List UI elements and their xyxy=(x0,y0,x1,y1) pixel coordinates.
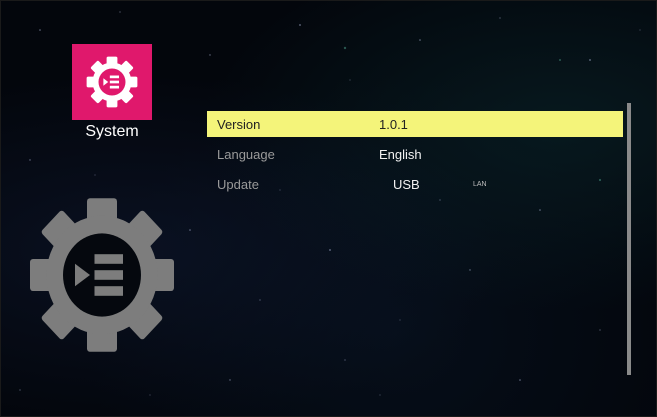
screen-background: System Version 1.0.1 Language English Up… xyxy=(0,0,657,417)
menu-row-update[interactable]: Update USB LAN xyxy=(207,171,623,197)
menu-scrollbar[interactable] xyxy=(627,103,631,375)
update-option-lan[interactable]: LAN xyxy=(473,181,487,188)
system-settings-icon xyxy=(86,56,138,108)
version-label: Version xyxy=(217,117,261,132)
update-option-usb[interactable]: USB xyxy=(393,177,420,192)
system-category-label: System xyxy=(85,123,139,140)
large-system-gear-icon xyxy=(30,198,174,352)
system-category-tile[interactable] xyxy=(72,44,152,120)
language-value: English xyxy=(379,147,422,162)
update-label: Update xyxy=(217,177,259,192)
language-label: Language xyxy=(217,147,275,162)
menu-row-version[interactable]: Version 1.0.1 xyxy=(207,111,623,137)
version-value: 1.0.1 xyxy=(379,117,408,132)
menu-row-language[interactable]: Language English xyxy=(207,141,623,167)
system-settings-menu: Version 1.0.1 Language English Update US… xyxy=(207,111,623,201)
